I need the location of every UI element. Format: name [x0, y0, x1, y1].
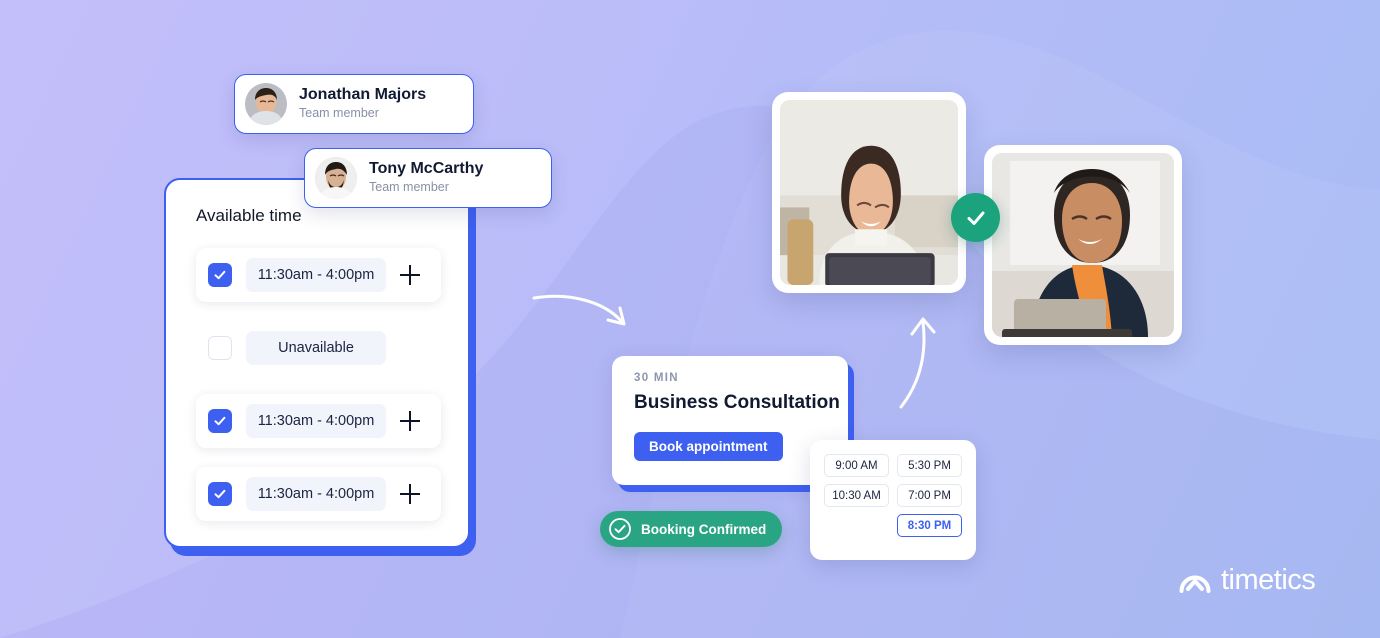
member-role: Team member — [299, 106, 379, 120]
timetics-logo: timetics — [1178, 563, 1316, 597]
availability-checkbox[interactable] — [208, 409, 232, 433]
photo-woman-at-laptop — [772, 92, 966, 293]
checkmark-icon — [214, 416, 226, 426]
availability-time-label[interactable]: 11:30am - 4:00pm — [246, 258, 386, 292]
avatar-tony-mccarthy — [315, 157, 357, 199]
curved-arrow-right-icon — [532, 294, 626, 326]
checkmark-icon — [214, 270, 226, 280]
member-name: Jonathan Majors — [299, 85, 427, 103]
plus-icon[interactable] — [400, 265, 420, 285]
timetics-wordmark: timetics — [1221, 563, 1316, 596]
book-appointment-button[interactable]: Book appointment — [634, 432, 783, 461]
availability-time-label[interactable]: Unavailable — [246, 331, 386, 365]
timetics-arch-chevron-icon — [1178, 563, 1212, 597]
consultation-title: Business Consultation — [634, 392, 840, 413]
time-slot-option[interactable]: 5:30 PM — [897, 454, 962, 477]
promo-graphic-stage: Available time 11:30am - 4:00pm Unavaila… — [0, 0, 1380, 638]
availability-row[interactable]: Unavailable — [196, 321, 441, 375]
member-name: Tony McCarthy — [369, 159, 484, 177]
check-circle-icon — [608, 517, 632, 541]
availability-time-label[interactable]: 11:30am - 4:00pm — [246, 404, 386, 438]
time-slot-option[interactable]: 9:00 AM — [824, 454, 889, 477]
availability-checkbox[interactable] — [208, 263, 232, 287]
availability-row[interactable]: 11:30am - 4:00pm — [196, 467, 441, 521]
availability-time-label[interactable]: 11:30am - 4:00pm — [246, 477, 386, 511]
booking-confirmed-label: Booking Confirmed — [641, 521, 767, 537]
curved-arrow-up-icon — [899, 317, 936, 409]
check-icon — [967, 211, 984, 225]
time-slot-option-selected[interactable]: 8:30 PM — [897, 514, 962, 537]
photo-man-at-laptop — [984, 145, 1182, 345]
team-member-card-jonathan[interactable]: Jonathan Majors Team member — [234, 74, 474, 134]
availability-checkbox[interactable] — [208, 336, 232, 360]
time-slot-option[interactable]: 10:30 AM — [824, 484, 889, 507]
photo-right-image — [992, 153, 1174, 337]
member-role: Team member — [369, 180, 449, 194]
time-slot-option[interactable]: 7:00 PM — [897, 484, 962, 507]
consultation-duration: 30 MIN — [634, 372, 679, 384]
time-slot-picker: 9:00 AM 5:30 PM 10:30 AM 7:00 PM 8:30 PM — [810, 440, 976, 560]
availability-row[interactable]: 11:30am - 4:00pm — [196, 248, 441, 302]
photo-left-image — [780, 100, 958, 285]
plus-icon[interactable] — [400, 484, 420, 504]
panel-title: Available time — [196, 206, 302, 225]
available-time-panel: Available time 11:30am - 4:00pm Unavaila… — [164, 178, 470, 548]
booking-confirmed-badge: Booking Confirmed — [600, 511, 782, 547]
checkmark-icon — [214, 489, 226, 499]
time-slot-placeholder — [824, 514, 889, 537]
avatar-jonathan-majors — [245, 83, 287, 125]
team-member-card-tony[interactable]: Tony McCarthy Team member — [304, 148, 552, 208]
availability-row[interactable]: 11:30am - 4:00pm — [196, 394, 441, 448]
plus-icon[interactable] — [400, 411, 420, 431]
availability-checkbox[interactable] — [208, 482, 232, 506]
success-check-badge — [951, 193, 1000, 242]
